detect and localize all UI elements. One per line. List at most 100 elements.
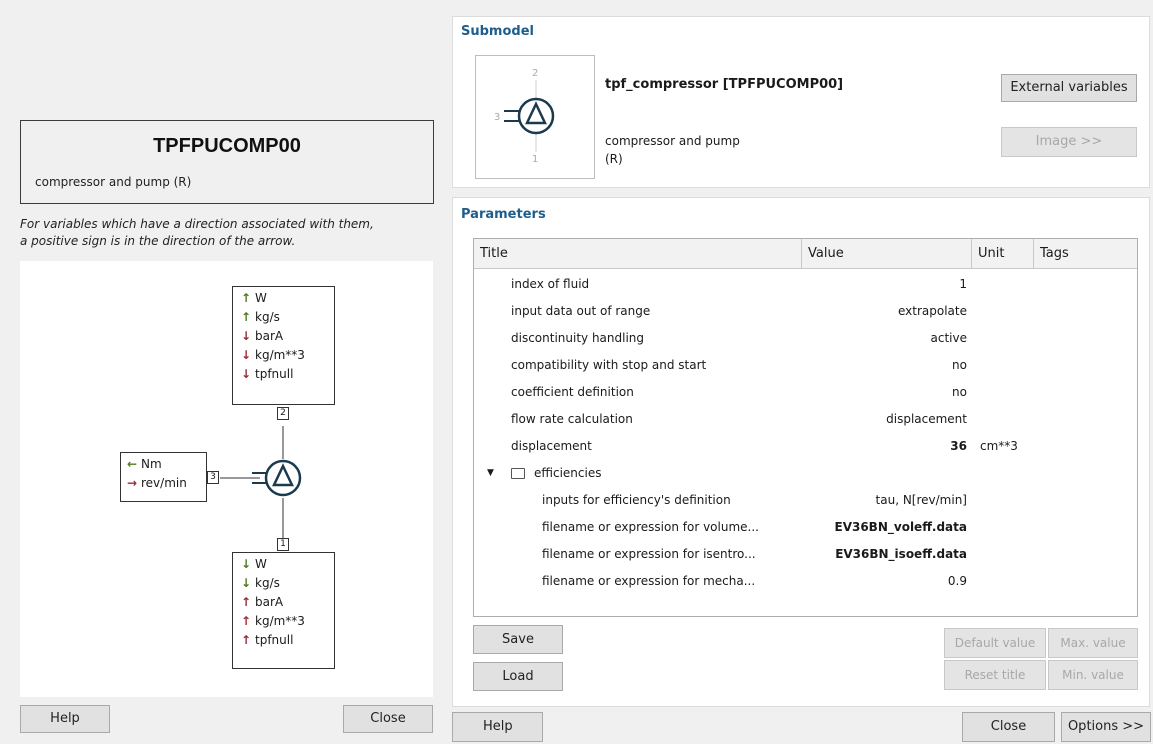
arrow-right-icon: → [126, 476, 138, 490]
help-button[interactable]: Help [452, 712, 543, 742]
table-header: Title Value Unit Tags [474, 239, 1137, 269]
port-var: ↑ kg/s [237, 308, 334, 327]
column-header-tags[interactable]: Tags [1034, 239, 1139, 269]
row-title: compatibility with stop and start [511, 358, 707, 372]
row-unit: cm**3 [980, 439, 1018, 453]
port-diagram: ↑ W ↑ kg/s ↓ barA ↓ kg/m**3 ↓ tpfnull 2 ← Nm →… [20, 261, 433, 697]
table-row[interactable]: discontinuity handling active [474, 325, 1137, 352]
table-row[interactable]: displacement 36 cm**3 [474, 433, 1137, 460]
table-row[interactable]: flow rate calculation displacement [474, 406, 1137, 433]
row-title: input data out of range [511, 304, 651, 318]
reset-title-button[interactable]: Reset title [944, 660, 1046, 690]
column-header-unit[interactable]: Unit [972, 239, 1034, 269]
left-close-button[interactable]: Close [343, 705, 433, 733]
direction-note-line: For variables which have a direction ass… [20, 217, 374, 231]
submodel-name: tpf_compressor [TPFPUCOMP00] [605, 77, 844, 92]
table-row-group[interactable]: ▼ efficiencies [474, 460, 1137, 487]
row-value[interactable]: EV36BN_voleff.data [835, 514, 968, 541]
row-value[interactable]: active [931, 325, 967, 352]
load-button[interactable]: Load [473, 662, 563, 691]
column-header-title[interactable]: Title [474, 239, 802, 269]
submodel-desc-line: compressor and pump [605, 134, 740, 148]
arrow-down-icon: ↓ [240, 348, 252, 362]
port-1-variables: ↓ W ↓ kg/s ↑ barA ↑ kg/m**3 ↑ tpfnull [232, 552, 335, 669]
model-code-title: TPFPUCOMP00 [153, 135, 301, 157]
arrow-down-icon: ↓ [240, 557, 252, 571]
row-value[interactable]: extrapolate [898, 298, 967, 325]
parameters-panel: Parameters Title Value Unit Tags index o… [452, 197, 1150, 707]
table-row[interactable]: coefficient definition no [474, 379, 1137, 406]
save-button[interactable]: Save [473, 625, 563, 654]
external-variables-button[interactable]: External variables [1001, 74, 1137, 102]
submodel-panel: Submodel 2 1 3 tpf_compressor [TPFPUCOMP… [452, 16, 1150, 188]
model-info-panel: TPFPUCOMP00 compressor and pump (R) For … [8, 100, 444, 744]
table-row[interactable]: index of fluid 1 [474, 271, 1137, 298]
port-var: ← Nm [123, 455, 206, 474]
collapse-triangle-icon[interactable]: ▼ [487, 460, 494, 487]
thumb-port-1-label: 1 [532, 154, 538, 165]
arrow-down-icon: ↓ [240, 367, 252, 381]
port-2-tag: 2 [277, 407, 289, 420]
model-info-box: TPFPUCOMP00 compressor and pump (R) [20, 120, 434, 204]
arrow-down-icon: ↓ [240, 576, 252, 590]
port-var: ↓ W [237, 555, 334, 574]
min-value-button[interactable]: Min. value [1048, 660, 1138, 690]
arrow-up-icon: ↑ [240, 614, 252, 628]
default-value-button[interactable]: Default value [944, 628, 1046, 658]
port-var: ↓ kg/m**3 [237, 346, 334, 365]
submodel-desc-line: (R) [605, 152, 623, 166]
thumb-port-2-label: 2 [532, 68, 538, 79]
table-row[interactable]: inputs for efficiency's definition tau, … [474, 487, 1137, 514]
model-description: compressor and pump (R) [35, 175, 192, 189]
port-3-variables: ← Nm → rev/min [120, 452, 207, 502]
table-row[interactable]: filename or expression for mecha... 0.9 [474, 568, 1137, 595]
port-var: → rev/min [123, 474, 206, 493]
table-row[interactable]: filename or expression for volume... EV3… [474, 514, 1137, 541]
arrow-up-icon: ↑ [240, 310, 252, 324]
row-title: filename or expression for isentro... [542, 547, 756, 561]
arrow-left-icon: ← [126, 457, 138, 471]
row-title: inputs for efficiency's definition [542, 493, 731, 507]
submodel-thumbnail: 2 1 3 [475, 55, 595, 179]
image-button[interactable]: Image >> [1001, 127, 1137, 157]
arrow-up-icon: ↑ [240, 633, 252, 647]
arrow-down-icon: ↓ [240, 329, 252, 343]
table-row[interactable]: input data out of range extrapolate [474, 298, 1137, 325]
row-value[interactable]: no [952, 352, 967, 379]
submodel-description: compressor and pump (R) [605, 132, 805, 168]
close-button[interactable]: Close [962, 712, 1055, 742]
row-title: flow rate calculation [511, 412, 633, 426]
row-value[interactable]: 0.9 [948, 568, 967, 595]
folder-icon [511, 468, 525, 479]
arrow-up-icon: ↑ [240, 291, 252, 305]
options-button[interactable]: Options >> [1061, 712, 1151, 742]
row-value[interactable]: 1 [959, 271, 967, 298]
port-var: ↑ barA [237, 593, 334, 612]
port-2-variables: ↑ W ↑ kg/s ↓ barA ↓ kg/m**3 ↓ tpfnull [232, 286, 335, 405]
parameters-section-title: Parameters [461, 207, 546, 222]
table-row[interactable]: filename or expression for isentro... EV… [474, 541, 1137, 568]
row-title: filename or expression for mecha... [542, 574, 756, 588]
row-title: displacement [511, 439, 592, 453]
row-value[interactable]: 36 [950, 433, 967, 460]
row-title: discontinuity handling [511, 331, 645, 345]
row-title: filename or expression for volume... [542, 520, 759, 534]
max-value-button[interactable]: Max. value [1048, 628, 1138, 658]
port-3-tag: 3 [207, 471, 219, 484]
compressor-icon: 2 1 3 [494, 68, 555, 165]
row-value[interactable]: EV36BN_isoeff.data [835, 541, 967, 568]
thumb-port-3-label: 3 [494, 112, 500, 123]
left-help-button[interactable]: Help [20, 705, 110, 733]
direction-note: For variables which have a direction ass… [20, 216, 445, 250]
port-connection-lines [220, 426, 302, 538]
table-row[interactable]: compatibility with stop and start no [474, 352, 1137, 379]
port-var: ↓ barA [237, 327, 334, 346]
row-value[interactable]: tau, N[rev/min] [876, 487, 967, 514]
row-value[interactable]: no [952, 379, 967, 406]
port-var: ↑ tpfnull [237, 631, 334, 650]
row-value[interactable]: displacement [886, 406, 967, 433]
row-title: index of fluid [511, 277, 590, 291]
column-header-value[interactable]: Value [802, 239, 972, 269]
port-var: ↓ kg/s [237, 574, 334, 593]
port-1-tag: 1 [277, 538, 289, 551]
